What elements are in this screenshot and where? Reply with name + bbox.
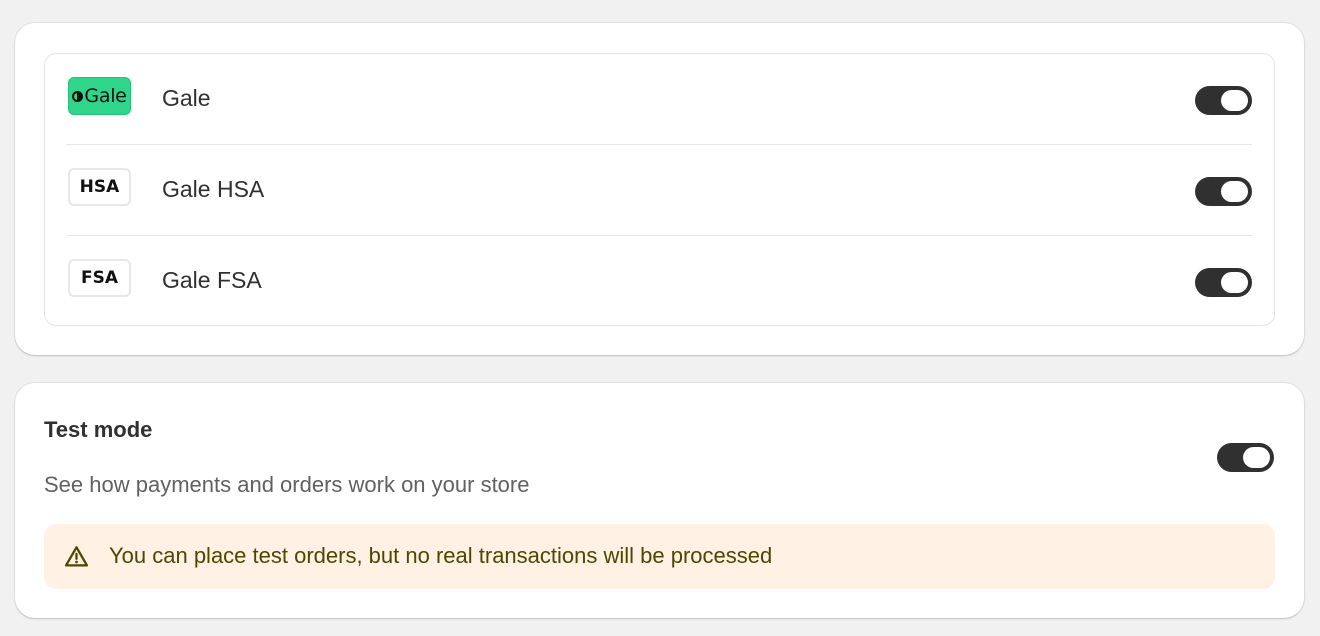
payment-method-row-gale: Gale Gale <box>66 54 1252 145</box>
gale-hsa-toggle[interactable] <box>1195 177 1252 206</box>
hsa-logo: HSA <box>68 168 131 206</box>
warning-banner-text: You can place test orders, but no real t… <box>109 543 773 568</box>
payment-method-name: Gale HSA <box>162 176 265 202</box>
test-mode-description: See how payments and orders work on your… <box>44 472 530 497</box>
gale-fsa-toggle[interactable] <box>1195 268 1252 297</box>
gale-mark-icon <box>72 90 84 102</box>
gale-logo: Gale <box>68 77 131 115</box>
gale-logo-text: Gale <box>84 85 127 107</box>
toggle-knob <box>1221 181 1248 202</box>
toggle-knob <box>1221 272 1248 293</box>
test-mode-toggle[interactable] <box>1217 443 1274 472</box>
test-mode-card: Test mode See how payments and orders wo… <box>15 383 1304 618</box>
toggle-knob <box>1221 90 1248 111</box>
toggle-knob <box>1243 447 1270 468</box>
test-mode-title: Test mode <box>44 417 153 442</box>
test-mode-warning-banner: You can place test orders, but no real t… <box>44 524 1275 589</box>
gale-toggle[interactable] <box>1195 86 1252 115</box>
payment-methods-list: Gale Gale HSA Gale HSA FSA Gale FSA <box>44 53 1275 326</box>
payment-methods-card: Gale Gale HSA Gale HSA FSA Gale FSA <box>15 23 1304 355</box>
payment-method-row-gale-hsa: HSA Gale HSA <box>66 145 1252 236</box>
warning-icon <box>64 546 89 567</box>
payment-method-row-gale-fsa: FSA Gale FSA <box>66 236 1252 327</box>
fsa-logo: FSA <box>68 259 131 297</box>
payment-method-name: Gale FSA <box>162 267 262 293</box>
payment-method-name: Gale <box>162 85 211 111</box>
